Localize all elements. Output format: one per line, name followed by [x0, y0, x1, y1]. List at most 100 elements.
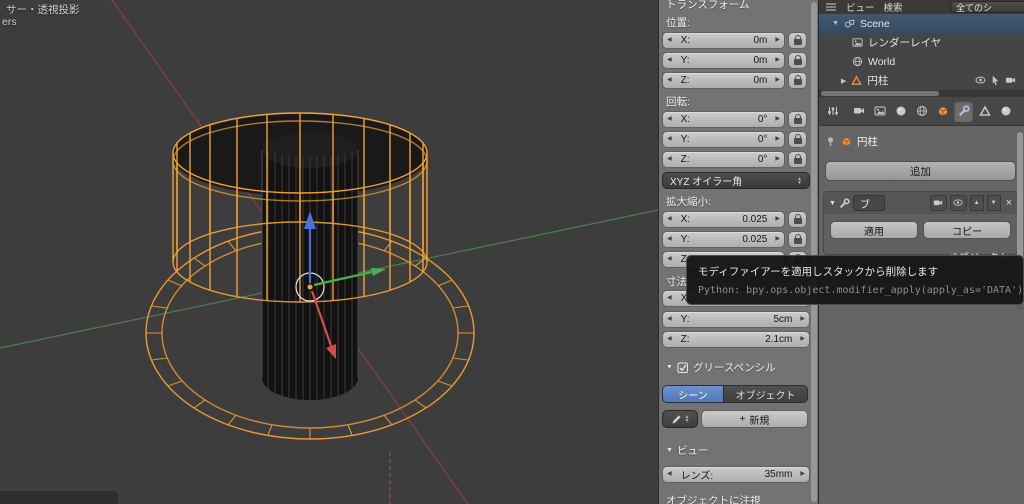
renderability-camera-icon[interactable] — [1005, 75, 1016, 86]
view-section-header[interactable]: ▼ ビュー — [666, 443, 708, 458]
gp-new-layer-button[interactable]: + 新規 — [701, 410, 808, 428]
tab-modifiers[interactable] — [954, 100, 973, 122]
increment-arrow-icon[interactable]: ▶ — [771, 151, 784, 168]
rotation-y-lock-button[interactable] — [788, 131, 807, 148]
increment-arrow-icon[interactable]: ▶ — [771, 72, 784, 89]
increment-arrow-icon[interactable]: ▶ — [771, 32, 784, 49]
decrement-arrow-icon[interactable]: ◀ — [663, 52, 676, 69]
collapse-triangle-icon[interactable]: ▼ — [666, 364, 673, 371]
outliner-item-cylinder[interactable]: ▶ 円柱 — [819, 71, 1024, 90]
tab-object[interactable] — [933, 101, 952, 122]
rotation-z-lock-button[interactable] — [788, 151, 807, 168]
dropdown-arrows-icon: ▲ ▼ — [684, 414, 690, 424]
checkbox-icon[interactable] — [677, 361, 689, 374]
increment-arrow-icon[interactable]: ▶ — [771, 231, 784, 248]
tab-world[interactable] — [912, 101, 931, 122]
increment-arrow-icon[interactable]: ▶ — [771, 211, 784, 228]
operator-panel-edge[interactable] — [0, 491, 118, 504]
decrement-arrow-icon[interactable]: ◀ — [663, 211, 676, 228]
increment-arrow-icon[interactable]: ▶ — [796, 466, 809, 483]
gp-draw-mode-button[interactable]: ▲ ▼ — [662, 410, 698, 428]
npanel-scrollbar[interactable] — [811, 2, 817, 502]
decrement-arrow-icon[interactable]: ◀ — [663, 251, 676, 268]
expand-triangle-icon[interactable]: ▼ — [832, 20, 839, 27]
rotation-z-field[interactable]: ◀ Z: 0° ▶ — [662, 151, 785, 168]
decrement-arrow-icon[interactable]: ◀ — [663, 290, 676, 307]
location-y-field[interactable]: ◀ Y: 0m ▶ — [662, 52, 785, 69]
location-z-lock-button[interactable] — [788, 72, 807, 89]
scale-y-lock-button[interactable] — [788, 231, 807, 248]
decrement-arrow-icon[interactable]: ◀ — [663, 151, 676, 168]
decrement-arrow-icon[interactable]: ◀ — [663, 32, 676, 49]
outliner-item-world[interactable]: World — [819, 52, 1024, 71]
increment-arrow-icon[interactable]: ▶ — [796, 331, 809, 348]
modifier-delete-icon[interactable]: × — [1006, 197, 1012, 209]
increment-arrow-icon[interactable]: ▶ — [771, 131, 784, 148]
outliner-view-menu[interactable]: ビュー — [846, 0, 875, 14]
modifier-move-down-button[interactable]: ▼ — [986, 195, 1001, 211]
pin-icon[interactable] — [825, 136, 836, 147]
location-y-lock-button[interactable] — [788, 52, 807, 69]
increment-arrow-icon[interactable]: ▶ — [796, 311, 809, 328]
outliner-display-filter-dropdown[interactable]: 全てのシ — [950, 1, 1024, 13]
location-x-field[interactable]: ◀ X: 0m ▶ — [662, 32, 785, 49]
properties-editor-icon — [827, 106, 838, 116]
decrement-arrow-icon[interactable]: ◀ — [663, 111, 676, 128]
gp-source-object-button[interactable]: オブジェクト — [724, 385, 808, 403]
lock-object-label: オブジェクトに注視 — [666, 495, 761, 504]
decrement-arrow-icon[interactable]: ◀ — [663, 131, 676, 148]
modifier-move-up-button[interactable]: ▲ — [969, 195, 984, 211]
transform-shelf: トランスフォーム 位置: ◀ X: 0m ▶ ◀ Y: 0m ▶ ◀ Z: 0m ▶ 回転: ◀ X… — [658, 0, 818, 504]
scrollbar-thumb[interactable] — [821, 91, 939, 96]
visibility-eye-icon[interactable] — [975, 75, 986, 86]
lens-field[interactable]: ◀ レンズ: 35mm ▶ — [662, 466, 810, 483]
rotation-x-lock-button[interactable] — [788, 111, 807, 128]
viewport-canvas[interactable] — [0, 0, 659, 504]
tab-scene[interactable] — [891, 101, 910, 122]
decrement-arrow-icon[interactable]: ◀ — [663, 231, 676, 248]
rotation-x-field[interactable]: ◀ X: 0° ▶ — [662, 111, 785, 128]
scale-x-field[interactable]: ◀ X: 0.025 ▶ — [662, 211, 785, 228]
modifier-viewport-toggle[interactable] — [949, 195, 967, 211]
dimension-z-field[interactable]: ◀ Z: 2.1cm ▶ — [662, 331, 810, 348]
expand-triangle-icon[interactable]: ▶ — [841, 77, 846, 85]
decrement-arrow-icon[interactable]: ◀ — [663, 311, 676, 328]
selectability-cursor-icon[interactable] — [990, 75, 1001, 86]
decrement-arrow-icon[interactable]: ◀ — [663, 466, 676, 483]
collapse-triangle-icon[interactable]: ▼ — [829, 200, 836, 207]
modifier-copy-button[interactable]: コピー — [923, 221, 1011, 239]
modifier-name-field[interactable]: ブ — [852, 195, 885, 211]
rotation-mode-dropdown[interactable]: XYZ オイラー角 ▲ ▼ — [662, 172, 810, 189]
object-name[interactable]: 円柱 — [857, 134, 878, 149]
gp-source-scene-button[interactable]: シーン — [662, 385, 724, 403]
modifier-render-toggle[interactable] — [929, 195, 947, 211]
tab-render-layers[interactable] — [870, 101, 889, 122]
modifier-apply-button[interactable]: 適用 — [830, 221, 918, 239]
rotation-y-field[interactable]: ◀ Y: 0° ▶ — [662, 131, 785, 148]
dimension-y-field[interactable]: ◀ Y: 5cm ▶ — [662, 311, 810, 328]
tab-render[interactable] — [849, 101, 868, 122]
location-x-lock-button[interactable] — [788, 32, 807, 49]
scale-x-lock-button[interactable] — [788, 211, 807, 228]
3d-viewport[interactable]: サー・透視投影 ers — [0, 0, 659, 504]
outliner-hscrollbar[interactable] — [819, 90, 1024, 97]
transform-section-header[interactable]: トランスフォーム — [666, 0, 749, 12]
editor-type-icon[interactable] — [825, 1, 837, 13]
scrollbar-thumb[interactable] — [811, 2, 817, 502]
add-modifier-button[interactable]: 追加 — [825, 161, 1016, 181]
location-z-field[interactable]: ◀ Z: 0m ▶ — [662, 72, 785, 89]
increment-arrow-icon[interactable]: ▶ — [771, 111, 784, 128]
scale-y-field[interactable]: ◀ Y: 0.025 ▶ — [662, 231, 785, 248]
outliner-item-render-layers[interactable]: レンダーレイヤ — [819, 33, 1024, 52]
collapse-triangle-icon[interactable]: ▼ — [666, 447, 673, 454]
editor-type-button[interactable] — [823, 101, 842, 122]
increment-arrow-icon[interactable]: ▶ — [771, 52, 784, 69]
outliner-search-menu[interactable]: 検索 — [884, 0, 903, 14]
viewport-collection-label: ers — [2, 16, 17, 28]
tab-material[interactable] — [996, 101, 1015, 122]
outliner-item-scene[interactable]: ▼ Scene — [819, 14, 1024, 33]
decrement-arrow-icon[interactable]: ◀ — [663, 72, 676, 89]
tab-object-data[interactable] — [975, 101, 994, 122]
decrement-arrow-icon[interactable]: ◀ — [663, 331, 676, 348]
grease-pencil-section-header[interactable]: ▼ グリースペンシル — [666, 360, 776, 375]
